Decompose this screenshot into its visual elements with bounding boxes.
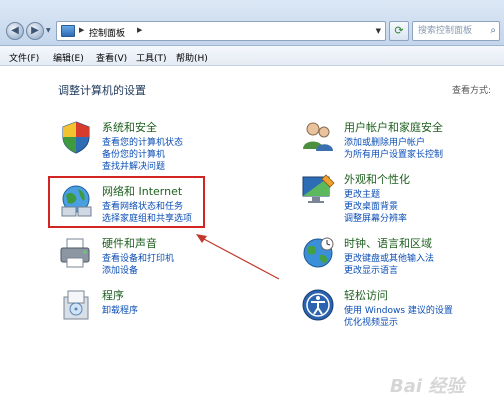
category-hardware-sound: 硬件和声音 查看设备和打印机 添加设备 bbox=[58, 235, 208, 276]
clock-globe-icon[interactable] bbox=[300, 235, 336, 271]
link-uninstall-program[interactable]: 卸载程序 bbox=[102, 303, 138, 316]
user-accounts-title[interactable]: 用户帐户和家庭安全 bbox=[344, 119, 443, 135]
menu-edit[interactable]: 编辑(E) bbox=[53, 51, 84, 64]
watermark-logo: Bai 经验 bbox=[390, 376, 465, 397]
link-change-display-language[interactable]: 更改显示语言 bbox=[344, 263, 398, 276]
menu-help[interactable]: 帮助(H) bbox=[176, 51, 208, 64]
arrow-right-icon: ▶ bbox=[31, 25, 39, 36]
ease-of-access-icon[interactable] bbox=[300, 287, 336, 323]
category-user-accounts: 用户帐户和家庭安全 添加或删除用户帐户 为所有用户设置家长控制 bbox=[300, 119, 490, 160]
forward-button[interactable]: ▶ bbox=[26, 22, 44, 40]
printer-icon[interactable] bbox=[58, 235, 94, 271]
arrow-left-icon: ◀ bbox=[11, 25, 19, 36]
menu-file[interactable]: 文件(F) bbox=[9, 51, 39, 64]
back-button[interactable]: ◀ bbox=[6, 22, 24, 40]
category-programs: 程序 卸载程序 bbox=[58, 287, 208, 327]
menu-view[interactable]: 查看(V) bbox=[96, 51, 127, 64]
breadcrumb-chevron-icon[interactable]: ▶ bbox=[79, 26, 84, 34]
category-clock-language: 时钟、语言和区域 更改键盘或其他输入法 更改显示语言 bbox=[300, 235, 480, 276]
address-dropdown-icon[interactable]: ▼ bbox=[376, 27, 381, 35]
appearance-title[interactable]: 外观和个性化 bbox=[344, 171, 410, 187]
link-screen-resolution[interactable]: 调整屏幕分辨率 bbox=[344, 211, 407, 224]
control-panel-content: 调整计算机的设置 查看方式: 系统和安全 查看您的计算机状态 备份您的计算机 查… bbox=[0, 67, 504, 416]
address-toolbar: ◀ ▶ ▼ ▶ 控制面板 ▶ ▼ ⟳ 搜索控制面板 ⌕ bbox=[0, 0, 504, 46]
address-bar[interactable]: ▶ 控制面板 ▶ ▼ bbox=[56, 21, 386, 41]
link-parental-controls[interactable]: 为所有用户设置家长控制 bbox=[344, 147, 443, 160]
category-appearance: 外观和个性化 更改主题 更改桌面背景 调整屏幕分辨率 bbox=[300, 171, 470, 224]
hardware-sound-title[interactable]: 硬件和声音 bbox=[102, 235, 157, 251]
link-add-device[interactable]: 添加设备 bbox=[102, 263, 138, 276]
breadcrumb-chevron-icon[interactable]: ▶ bbox=[137, 26, 142, 34]
users-icon[interactable] bbox=[300, 119, 336, 155]
programs-title[interactable]: 程序 bbox=[102, 287, 124, 303]
category-system-security: 系统和安全 查看您的计算机状态 备份您的计算机 查找并解决问题 bbox=[58, 119, 228, 172]
breadcrumb-control-panel[interactable]: 控制面板 bbox=[89, 26, 125, 39]
view-mode-label[interactable]: 查看方式: bbox=[452, 83, 491, 96]
menu-tools[interactable]: 工具(T) bbox=[136, 51, 167, 64]
menu-bar: 文件(F) 编辑(E) 查看(V) 工具(T) 帮助(H) bbox=[0, 46, 504, 66]
clock-language-title[interactable]: 时钟、语言和区域 bbox=[344, 235, 432, 251]
recent-pages-dropdown[interactable]: ▼ bbox=[46, 27, 51, 34]
page-title: 调整计算机的设置 bbox=[58, 84, 146, 97]
control-panel-icon bbox=[61, 25, 75, 37]
link-troubleshoot[interactable]: 查找并解决问题 bbox=[102, 159, 165, 172]
link-optimize-video[interactable]: 优化视频显示 bbox=[344, 315, 398, 328]
search-input[interactable]: 搜索控制面板 ⌕ bbox=[412, 21, 500, 41]
appearance-monitor-icon[interactable] bbox=[300, 171, 336, 207]
system-security-title[interactable]: 系统和安全 bbox=[102, 119, 157, 135]
refresh-icon: ⟳ bbox=[394, 24, 404, 37]
refresh-button[interactable]: ⟳ bbox=[389, 21, 409, 41]
shield-icon[interactable] bbox=[58, 119, 94, 155]
highlight-box bbox=[48, 176, 205, 228]
programs-icon[interactable] bbox=[58, 287, 94, 323]
search-icon[interactable]: ⌕ bbox=[490, 22, 496, 40]
search-placeholder: 搜索控制面板 bbox=[418, 26, 473, 36]
category-ease-of-access: 轻松访问 使用 Windows 建议的设置 优化视频显示 bbox=[300, 287, 490, 328]
ease-of-access-title[interactable]: 轻松访问 bbox=[344, 287, 388, 303]
